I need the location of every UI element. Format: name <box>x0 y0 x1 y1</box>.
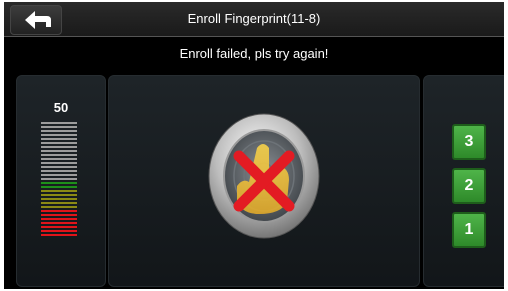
meter-bar <box>41 174 77 176</box>
meter-bar <box>41 166 77 168</box>
meter-bar <box>41 170 77 172</box>
quality-meter <box>41 122 77 238</box>
meter-bar <box>41 194 77 196</box>
meter-bar <box>41 142 77 144</box>
meter-bar <box>41 234 77 236</box>
meter-bar <box>41 226 77 228</box>
meter-bar <box>41 230 77 232</box>
meter-bar <box>41 178 77 180</box>
steps-panel: 3 2 1 <box>423 75 504 287</box>
meter-bar <box>41 130 77 132</box>
step-2: 2 <box>452 168 486 204</box>
meter-bar <box>41 186 77 188</box>
back-arrow-icon <box>25 11 51 29</box>
meter-bar <box>41 154 77 156</box>
red-x-icon <box>233 150 295 212</box>
step-1: 1 <box>452 212 486 248</box>
meter-bar <box>41 150 77 152</box>
meter-bar <box>41 210 77 212</box>
meter-bar <box>41 182 77 184</box>
meter-bar <box>41 214 77 216</box>
status-message: Enroll failed, pls try again! <box>179 46 329 61</box>
quality-panel: 50 <box>16 75 106 287</box>
meter-bar <box>41 126 77 128</box>
meter-bar <box>41 206 77 208</box>
meter-bar <box>41 198 77 200</box>
meter-bar <box>41 138 77 140</box>
fingerprint-panel <box>108 75 420 287</box>
meter-bar <box>41 134 77 136</box>
quality-value: 50 <box>53 100 69 115</box>
meter-bar <box>41 158 77 160</box>
step-3: 3 <box>452 124 486 160</box>
meter-bar <box>41 222 77 224</box>
meter-bar <box>41 162 77 164</box>
meter-bar <box>41 218 77 220</box>
header-divider <box>4 36 504 37</box>
device-screen: Enroll Fingerprint(11-8) Enroll failed, … <box>4 2 504 289</box>
meter-bar <box>41 122 77 124</box>
meter-bar <box>41 146 77 148</box>
meter-bar <box>41 190 77 192</box>
title-bar: Enroll Fingerprint(11-8) <box>4 2 504 36</box>
back-button[interactable] <box>10 5 62 35</box>
page-title: Enroll Fingerprint(11-8) <box>187 11 321 26</box>
meter-bar <box>41 202 77 204</box>
